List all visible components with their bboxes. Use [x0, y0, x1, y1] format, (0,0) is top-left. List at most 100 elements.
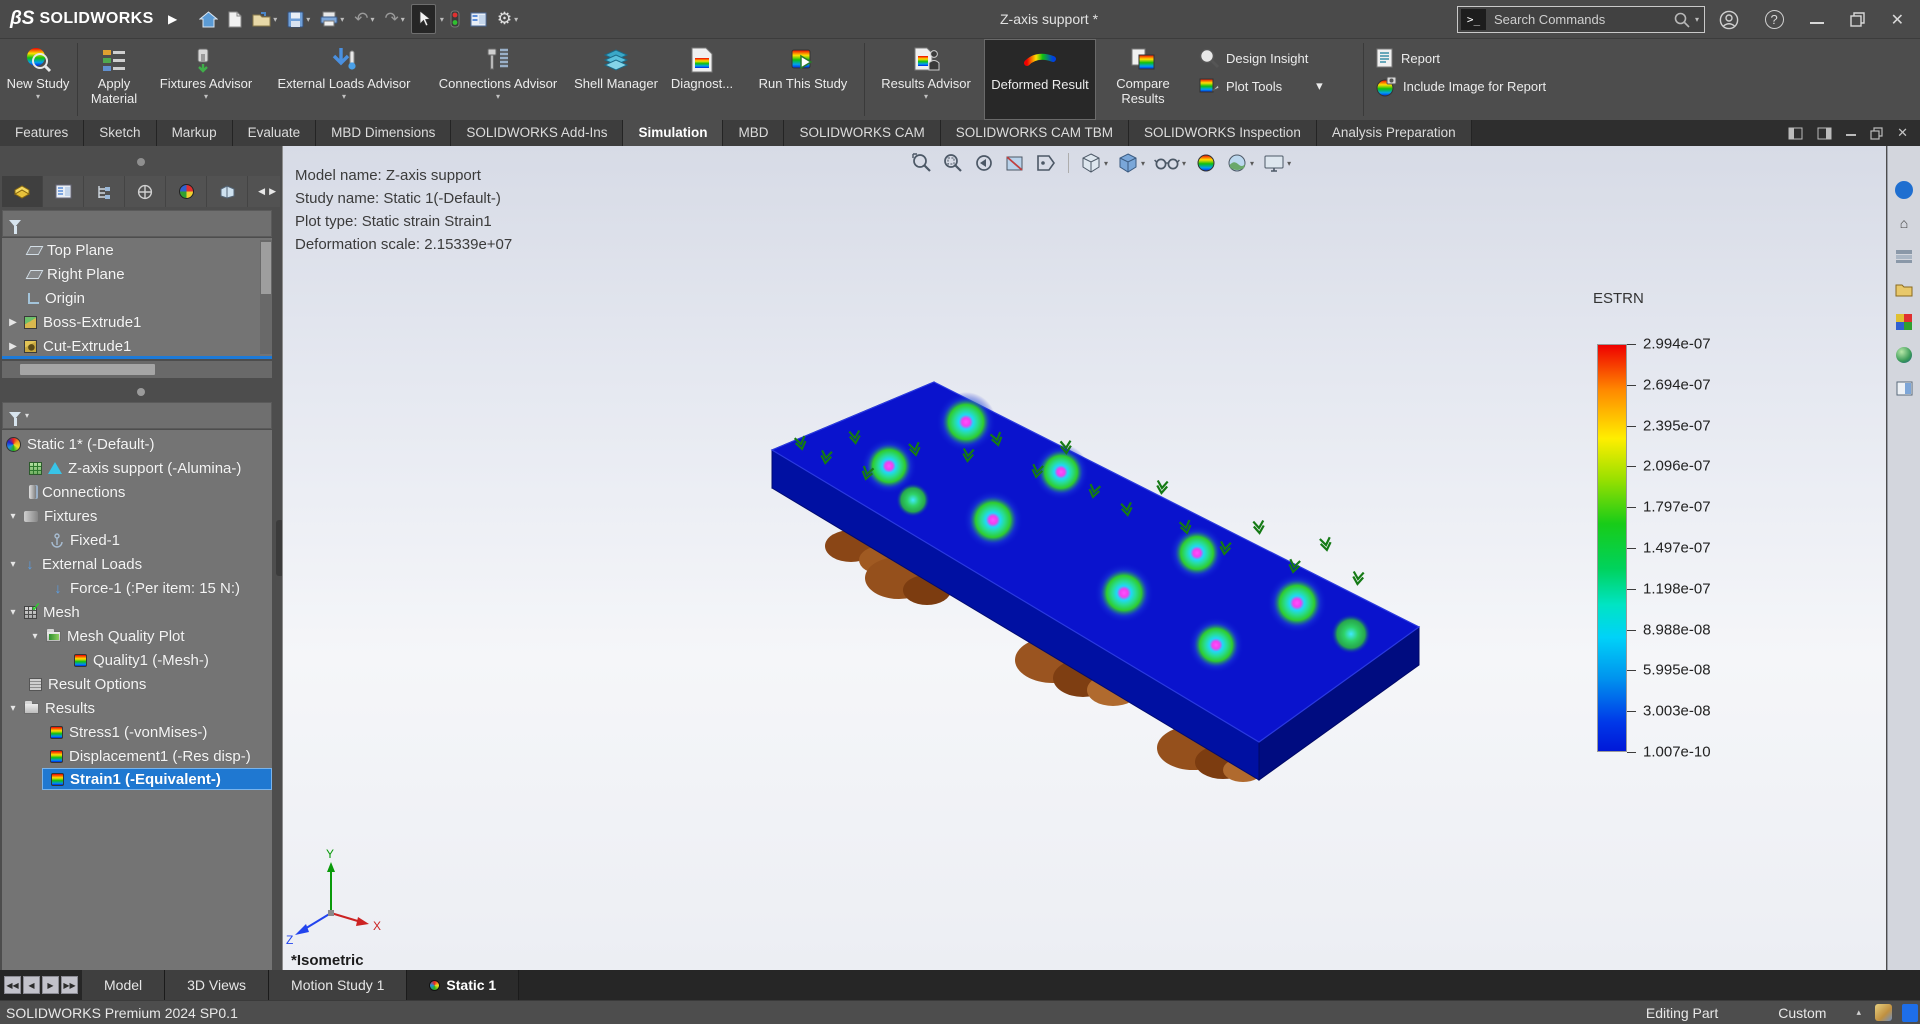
- interference-light-button[interactable]: [446, 4, 464, 34]
- help-icon[interactable]: ?: [1765, 10, 1784, 29]
- cam-tree-tab[interactable]: [207, 176, 248, 207]
- options-dropdown-icon[interactable]: ▾: [514, 15, 518, 24]
- print-button[interactable]: ▾: [316, 4, 348, 34]
- prev-tab-icon[interactable]: ◀: [23, 976, 40, 994]
- tree-item-strain1-selected[interactable]: Strain1 (-Equivalent-): [42, 768, 272, 790]
- design-insight-button[interactable]: Design Insight: [1198, 47, 1360, 69]
- apply-material-button[interactable]: Apply Material: [81, 39, 147, 120]
- tab-model[interactable]: Model: [82, 970, 165, 1000]
- expander-icon[interactable]: ▾: [8, 559, 18, 570]
- search-input[interactable]: [1486, 12, 1673, 27]
- tab-markup[interactable]: Markup: [157, 120, 233, 146]
- tree-item-static-study[interactable]: Static 1* (-Default-): [2, 432, 272, 456]
- tree-item-quality1[interactable]: Quality1 (-Mesh-): [2, 648, 272, 672]
- plot-tools-dropdown-icon[interactable]: ▾: [1316, 78, 1323, 94]
- 3dexperience-icon[interactable]: [1894, 180, 1914, 200]
- dropdown-icon[interactable]: ▾: [1287, 159, 1291, 168]
- print-dropdown-icon[interactable]: ▾: [340, 15, 344, 24]
- tree-item-force-1[interactable]: ↓ Force-1 (:Per item: 15 N:): [2, 576, 272, 600]
- save-button[interactable]: ▾: [283, 4, 314, 34]
- dropdown-icon[interactable]: ▾: [1104, 159, 1108, 168]
- last-tab-icon[interactable]: ▶▶: [61, 976, 78, 994]
- scrollbar-thumb[interactable]: [20, 364, 155, 375]
- expander-icon[interactable]: ▾: [8, 703, 18, 714]
- shell-manager-button[interactable]: Shell Manager: [573, 39, 659, 120]
- propertymanager-tab[interactable]: [43, 176, 84, 207]
- home-tab-icon[interactable]: ⌂: [1894, 213, 1914, 233]
- deformed-result-button[interactable]: Deformed Result: [984, 39, 1096, 120]
- options-gear-button[interactable]: ⚙▾: [493, 4, 522, 34]
- close-button[interactable]: ✕: [1891, 10, 1904, 30]
- search-dropdown-icon[interactable]: ▾: [1695, 15, 1699, 24]
- redo-button[interactable]: ↷▾: [381, 4, 409, 34]
- previous-view-icon[interactable]: [973, 152, 995, 174]
- zoom-to-fit-icon[interactable]: [911, 152, 933, 174]
- design-library-icon[interactable]: [1894, 246, 1914, 266]
- report-button[interactable]: Report: [1375, 47, 1607, 69]
- doc-restore-icon[interactable]: [1870, 127, 1883, 140]
- results-advisor-button[interactable]: Results Advisor▾: [868, 39, 984, 120]
- panel-tab-scroll-left-icon[interactable]: ◀: [258, 186, 265, 197]
- new-study-button[interactable]: New Study▾: [2, 39, 74, 120]
- featuremanager-tab[interactable]: [2, 176, 43, 207]
- tree-item-connections[interactable]: Connections: [2, 480, 272, 504]
- configurationmanager-tab[interactable]: [84, 176, 125, 207]
- select-dropdown-icon[interactable]: ▾: [440, 15, 444, 24]
- doc-close-icon[interactable]: ✕: [1897, 125, 1908, 141]
- tab-static-1[interactable]: Static 1: [407, 970, 519, 1000]
- expander-icon[interactable]: ▾: [30, 631, 40, 642]
- tree-item-boss-extrude1[interactable]: ▶ Boss-Extrude1: [2, 310, 272, 334]
- tab-motion-study-1[interactable]: Motion Study 1: [269, 970, 407, 1000]
- task-pane-button[interactable]: [466, 4, 491, 34]
- external-loads-advisor-button[interactable]: External Loads Advisor▾: [265, 39, 423, 120]
- apply-scene-icon[interactable]: ▾: [1226, 152, 1254, 174]
- view-orientation-icon[interactable]: ▾: [1080, 152, 1108, 174]
- plot-tools-button[interactable]: Plot Tools ▾: [1198, 75, 1360, 97]
- dropdown-icon[interactable]: ▾: [1182, 159, 1186, 168]
- tree-item-cut-extrude1[interactable]: ▶ Cut-Extrude1: [2, 334, 272, 358]
- tree-item-right-plane[interactable]: Right Plane: [2, 262, 272, 286]
- tab-mbd-dimensions[interactable]: MBD Dimensions: [316, 120, 451, 146]
- account-icon[interactable]: [1719, 10, 1739, 30]
- save-dropdown-icon[interactable]: ▾: [306, 15, 310, 24]
- tree-item-stress1[interactable]: Stress1 (-vonMises-): [2, 720, 272, 744]
- tree-item-top-plane[interactable]: Top Plane: [2, 238, 272, 262]
- study-tree-filter-bar[interactable]: ▾: [2, 402, 272, 429]
- minimize-button[interactable]: [1810, 16, 1824, 24]
- select-tool-button[interactable]: [411, 4, 436, 34]
- tree-item-external-loads[interactable]: ▾ ↓ External Loads: [2, 552, 272, 576]
- expander-icon[interactable]: ▶: [8, 317, 18, 328]
- tree-item-displacement1[interactable]: Displacement1 (-Res disp-): [2, 744, 272, 768]
- dropdown-icon[interactable]: ▾: [1141, 159, 1145, 168]
- search-commands-box[interactable]: >_ ▾: [1457, 6, 1705, 33]
- tree-item-origin[interactable]: Origin: [2, 286, 272, 310]
- tab-sketch[interactable]: Sketch: [84, 120, 156, 146]
- tree-vertical-scrollbar[interactable]: [260, 240, 272, 354]
- panel-tab-scroll-right-icon[interactable]: ▶: [269, 186, 276, 197]
- panel-splitter-handle[interactable]: [137, 388, 145, 396]
- view-palette-icon[interactable]: [1894, 312, 1914, 332]
- panel-collapse-handle[interactable]: [137, 158, 145, 166]
- expander-icon[interactable]: ▾: [8, 511, 18, 522]
- results-advisor-dropdown-icon[interactable]: ▾: [924, 92, 928, 101]
- expander-icon[interactable]: ▶: [8, 341, 18, 352]
- rollback-bar[interactable]: [2, 356, 272, 359]
- tab-3d-views[interactable]: 3D Views: [165, 970, 269, 1000]
- graphics-viewport[interactable]: Model name: Z-axis supportStudy name: St…: [282, 146, 1886, 970]
- undo-button[interactable]: ↶▾: [350, 4, 378, 34]
- tree-item-fixed-1[interactable]: Fixed-1: [2, 528, 272, 552]
- scrollbar-thumb[interactable]: [261, 242, 271, 294]
- tab-mbd[interactable]: MBD: [723, 120, 784, 146]
- dynamic-annotation-views-icon[interactable]: [1035, 152, 1057, 174]
- tree-item-fixtures[interactable]: ▾ Fixtures: [2, 504, 272, 528]
- resource-monitor-icon[interactable]: [1902, 1004, 1918, 1022]
- tab-solidworks-inspection[interactable]: SOLIDWORKS Inspection: [1129, 120, 1317, 146]
- menu-flyout-arrow-icon[interactable]: ▶: [168, 12, 177, 26]
- fixtures-advisor-dropdown-icon[interactable]: ▾: [204, 92, 208, 101]
- pane-right-icon[interactable]: [1817, 127, 1832, 140]
- tree-item-result-options[interactable]: Result Options: [2, 672, 272, 696]
- tree-item-mesh[interactable]: ▾ ✓ Mesh: [2, 600, 272, 624]
- display-state-caret-icon[interactable]: ▴: [1856, 1007, 1875, 1018]
- tree-item-part[interactable]: Z-axis support (-Alumina-): [2, 456, 272, 480]
- diagnostics-button[interactable]: Diagnost...: [659, 39, 745, 120]
